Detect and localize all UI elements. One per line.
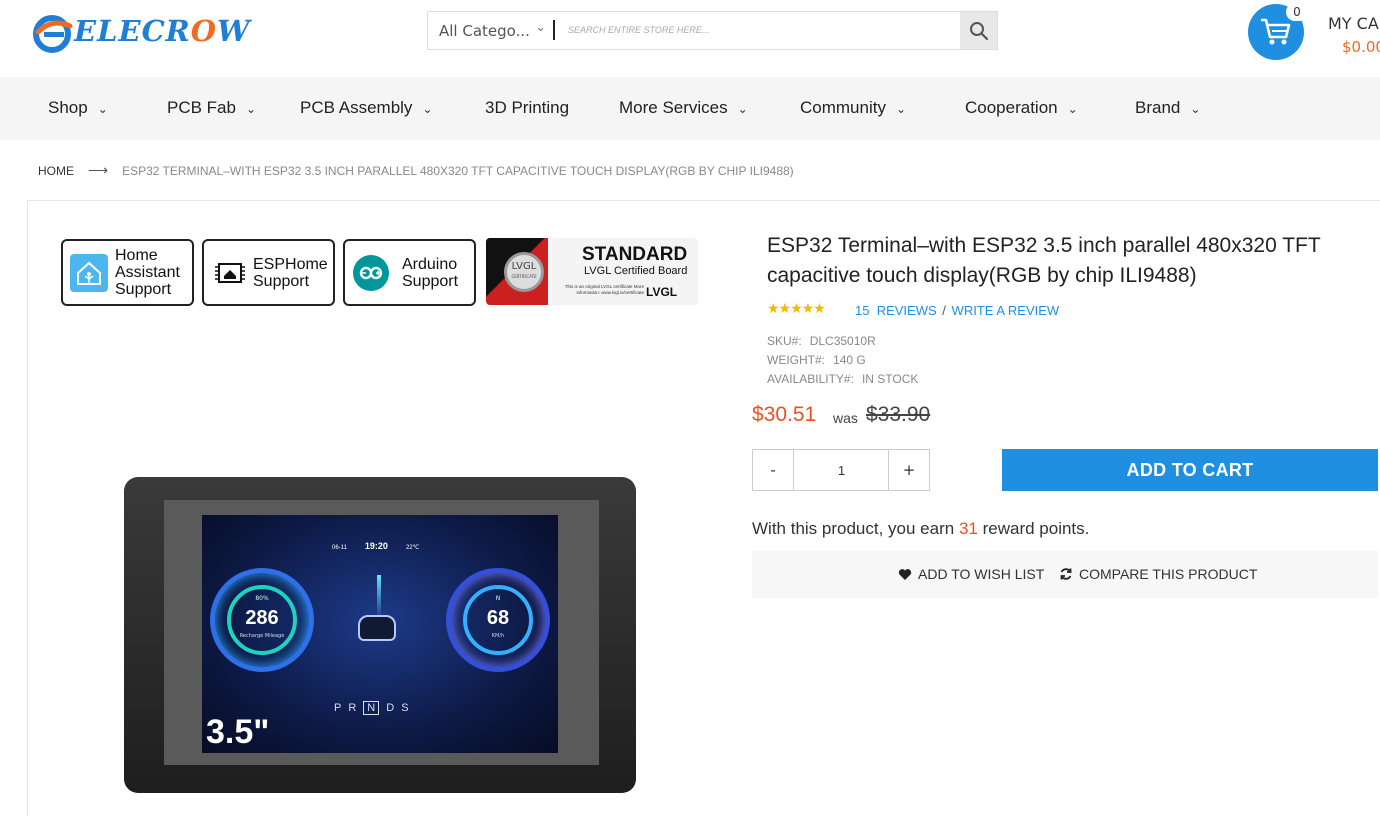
elecrow-logo[interactable]: ELECROW [30, 10, 250, 54]
product-image[interactable]: 06-11 19:20 22℃ 80% 286 Recharge Mileage N… [124, 477, 636, 793]
badge-text: Arduino Support [402, 255, 459, 290]
chevron-down-icon: ⌄ [1067, 102, 1078, 116]
quantity-input[interactable] [795, 450, 888, 490]
breadcrumb-home[interactable]: HOME [38, 164, 74, 178]
esphome-icon [211, 254, 249, 292]
site-header: ELECROW All Catego... ⌄ 0 MY CA $0.00 [0, 0, 1380, 77]
review-links: 15 REVIEWS / WRITE A REVIEW [855, 303, 1060, 318]
sku-row: SKU#: DLC35010R [767, 334, 876, 348]
speed-gauge: N 68 KM/h [446, 568, 550, 672]
heart-icon [898, 568, 912, 580]
car-icon [358, 615, 396, 641]
lvgl-seal: LVGL CERTIFICATE [504, 252, 544, 292]
esphome-badge: ESPHome Support [202, 239, 335, 306]
breadcrumb-current: ESP32 TERMINAL–WITH ESP32 3.5 INCH PARAL… [122, 164, 794, 178]
quantity-decrease-button[interactable]: - [753, 450, 794, 490]
nav-item-pcb-assembly[interactable]: PCB Assembly ⌄ [300, 98, 433, 118]
breadcrumb: HOME ⟶ ESP32 TERMINAL–WITH ESP32 3.5 INCH … [38, 162, 794, 179]
logo-wordmark: ELECROW [74, 14, 251, 48]
chevron-down-icon: ⌄ [737, 102, 748, 116]
nav-item-cooperation[interactable]: Cooperation ⌄ [965, 98, 1078, 118]
compare-product-button[interactable]: COMPARE THIS PRODUCT [1059, 566, 1257, 582]
write-review-link[interactable]: WRITE A REVIEW [952, 303, 1060, 318]
search-input[interactable] [568, 16, 958, 44]
arduino-icon [352, 253, 390, 292]
reviews-link[interactable]: 15 REVIEWS [855, 303, 937, 318]
mileage-gauge: 80% 286 Recharge Mileage [210, 568, 314, 672]
nav-item-3d-printing[interactable]: 3D Printing [485, 98, 569, 118]
lvgl-brand: LVGL [646, 285, 678, 299]
search-button[interactable] [960, 12, 997, 49]
nav-item-community[interactable]: Community ⌄ [800, 98, 906, 118]
cart-icon [1261, 18, 1291, 45]
product-title: ESP32 Terminal–with ESP32 3.5 inch paral… [767, 234, 1321, 287]
add-to-wishlist-button[interactable]: ADD TO WISH LIST [898, 566, 1044, 582]
cart-label[interactable]: MY CA [1328, 14, 1379, 33]
add-to-cart-button[interactable]: ADD TO CART [1002, 449, 1378, 491]
arduino-badge: Arduino Support [343, 239, 476, 306]
rating-stars: ★★★★★ [767, 301, 826, 317]
product-actions-bar: ADD TO WISH LIST COMPARE THIS PRODUCT [752, 551, 1378, 598]
refresh-icon [1060, 568, 1072, 580]
quantity-increase-button[interactable]: + [888, 450, 929, 490]
elecrow-logo-mark-icon [33, 15, 73, 53]
weight-row: WEIGHT#: 140 G [767, 353, 866, 367]
gear-selector: PR N DS [334, 701, 416, 715]
chevron-down-icon: ⌄ [1190, 102, 1201, 116]
nav-item-more-services[interactable]: More Services ⌄ [619, 98, 748, 118]
lvgl-subtitle: LVGL Certified Board [584, 265, 688, 277]
chevron-down-icon: ⌄ [535, 20, 546, 35]
lvgl-certified-badge: LVGL CERTIFICATE STANDARD LVGL Certified … [486, 238, 698, 305]
badge-text: Home Assistant Support [115, 247, 180, 298]
nav-item-brand[interactable]: Brand ⌄ [1135, 98, 1200, 118]
current-price: $30.51 [752, 403, 817, 426]
home-assistant-icon [70, 253, 108, 292]
cart-total: $0.00 [1342, 38, 1380, 56]
lvgl-standard: STANDARD [582, 244, 688, 265]
quantity-stepper: - + [752, 449, 930, 491]
search-divider [553, 20, 555, 40]
road-line [377, 575, 381, 619]
reward-points-text: With this product, you earn 31 reward po… [752, 519, 1090, 538]
home-assistant-badge: Home Assistant Support [61, 239, 194, 306]
arrow-right-icon: ⟶ [88, 162, 109, 178]
screen-status-bar: 06-11 19:20 22℃ [332, 541, 420, 551]
search-icon [969, 21, 988, 40]
availability-row: AVAILABILITY#: IN STOCK [767, 372, 919, 386]
chevron-down-icon: ⌄ [245, 102, 257, 116]
nav-item-pcb-fab[interactable]: PCB Fab ⌄ [167, 98, 256, 118]
chevron-down-icon: ⌄ [895, 102, 907, 116]
category-select[interactable]: All Catego... ⌄ [428, 12, 556, 49]
chevron-down-icon: ⌄ [422, 102, 433, 116]
nav-item-shop[interactable]: Shop ⌄ [48, 98, 108, 118]
screen-size-label: 3.5" [206, 713, 270, 751]
main-nav: Shop ⌄ PCB Fab ⌄ PCB Assembly ⌄ 3D Printing… [0, 77, 1380, 140]
chevron-down-icon: ⌄ [97, 102, 108, 116]
device-screen: 06-11 19:20 22℃ 80% 286 Recharge Mileage N… [202, 515, 558, 753]
old-price: $33.90 [866, 403, 931, 426]
search-bar: All Catego... ⌄ [427, 11, 998, 50]
was-label: was [833, 410, 858, 426]
lvgl-fine-print: This is an original LVGL certificate Mor… [564, 284, 644, 295]
cart-count-badge: 0 [1286, 3, 1308, 21]
category-select-value: All Catego... [439, 21, 530, 40]
badge-text: ESPHome Support [253, 255, 328, 290]
